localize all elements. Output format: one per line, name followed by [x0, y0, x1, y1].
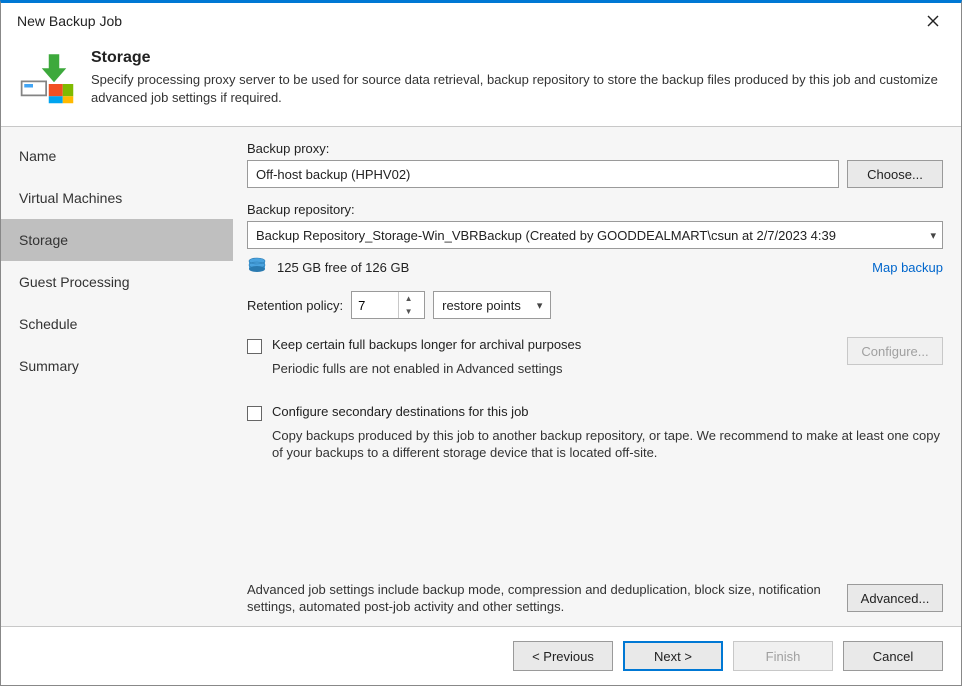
- titlebar: New Backup Job: [1, 3, 961, 39]
- configure-button: Configure...: [847, 337, 943, 365]
- retention-unit-value: restore points: [442, 298, 521, 313]
- body: Name Virtual Machines Storage Guest Proc…: [1, 126, 961, 627]
- backup-proxy-label: Backup proxy:: [247, 141, 943, 156]
- sidebar-item-storage[interactable]: Storage: [1, 219, 233, 261]
- finish-button: Finish: [733, 641, 833, 671]
- main-panel: Backup proxy: Off-host backup (HPHV02) C…: [233, 127, 961, 626]
- next-button[interactable]: Next >: [623, 641, 723, 671]
- choose-button[interactable]: Choose...: [847, 160, 943, 188]
- secondary-dest-label: Configure secondary destinations for thi…: [272, 404, 529, 419]
- storage-icon: [19, 49, 75, 108]
- window-title: New Backup Job: [9, 13, 913, 29]
- advanced-button[interactable]: Advanced...: [847, 584, 943, 612]
- sidebar-item-virtual-machines[interactable]: Virtual Machines: [1, 177, 233, 219]
- spinner-up[interactable]: ▲: [399, 292, 418, 305]
- retention-value-input[interactable]: ▲ ▼: [351, 291, 425, 319]
- sidebar-item-guest-processing[interactable]: Guest Processing: [1, 261, 233, 303]
- previous-button[interactable]: < Previous: [513, 641, 613, 671]
- secondary-dest-description: Copy backups produced by this job to ano…: [272, 427, 943, 462]
- page-title: Storage: [91, 49, 943, 67]
- chevron-down-icon: ▾: [537, 299, 543, 312]
- header-text: Storage Specify processing proxy server …: [91, 49, 943, 106]
- dialog-window: New Backup Job Storage Specify processin…: [0, 0, 962, 686]
- backup-repository-value: Backup Repository_Storage-Win_VBRBackup …: [256, 228, 836, 243]
- map-backup-link[interactable]: Map backup: [872, 260, 943, 275]
- sidebar-item-summary[interactable]: Summary: [1, 345, 233, 387]
- free-space-text: 125 GB free of 126 GB: [277, 260, 409, 275]
- page-description: Specify processing proxy server to be us…: [91, 71, 943, 106]
- sidebar-item-name[interactable]: Name: [1, 135, 233, 177]
- keep-full-label: Keep certain full backups longer for arc…: [272, 337, 581, 352]
- keep-full-hint: Periodic fulls are not enabled in Advanc…: [272, 360, 835, 378]
- backup-proxy-value: Off-host backup (HPHV02): [256, 167, 410, 182]
- retention-policy-label: Retention policy:: [247, 298, 343, 313]
- secondary-dest-checkbox[interactable]: [247, 406, 262, 421]
- backup-repository-select[interactable]: Backup Repository_Storage-Win_VBRBackup …: [247, 221, 943, 249]
- repository-free-space: 125 GB free of 126 GB: [247, 257, 409, 277]
- chevron-down-icon: ▾: [930, 229, 936, 242]
- keep-full-checkbox[interactable]: [247, 339, 262, 354]
- sidebar-item-schedule[interactable]: Schedule: [1, 303, 233, 345]
- footer: < Previous Next > Finish Cancel: [1, 627, 961, 685]
- disk-icon: [247, 257, 267, 277]
- retention-value-field[interactable]: [352, 298, 398, 313]
- advanced-description: Advanced job settings include backup mod…: [247, 581, 833, 616]
- cancel-button[interactable]: Cancel: [843, 641, 943, 671]
- backup-proxy-input[interactable]: Off-host backup (HPHV02): [247, 160, 839, 188]
- header: Storage Specify processing proxy server …: [1, 39, 961, 126]
- retention-unit-select[interactable]: restore points ▾: [433, 291, 551, 319]
- wizard-sidebar: Name Virtual Machines Storage Guest Proc…: [1, 127, 233, 626]
- spinner-down[interactable]: ▼: [399, 305, 418, 318]
- close-button[interactable]: [913, 7, 953, 35]
- backup-repository-label: Backup repository:: [247, 202, 943, 217]
